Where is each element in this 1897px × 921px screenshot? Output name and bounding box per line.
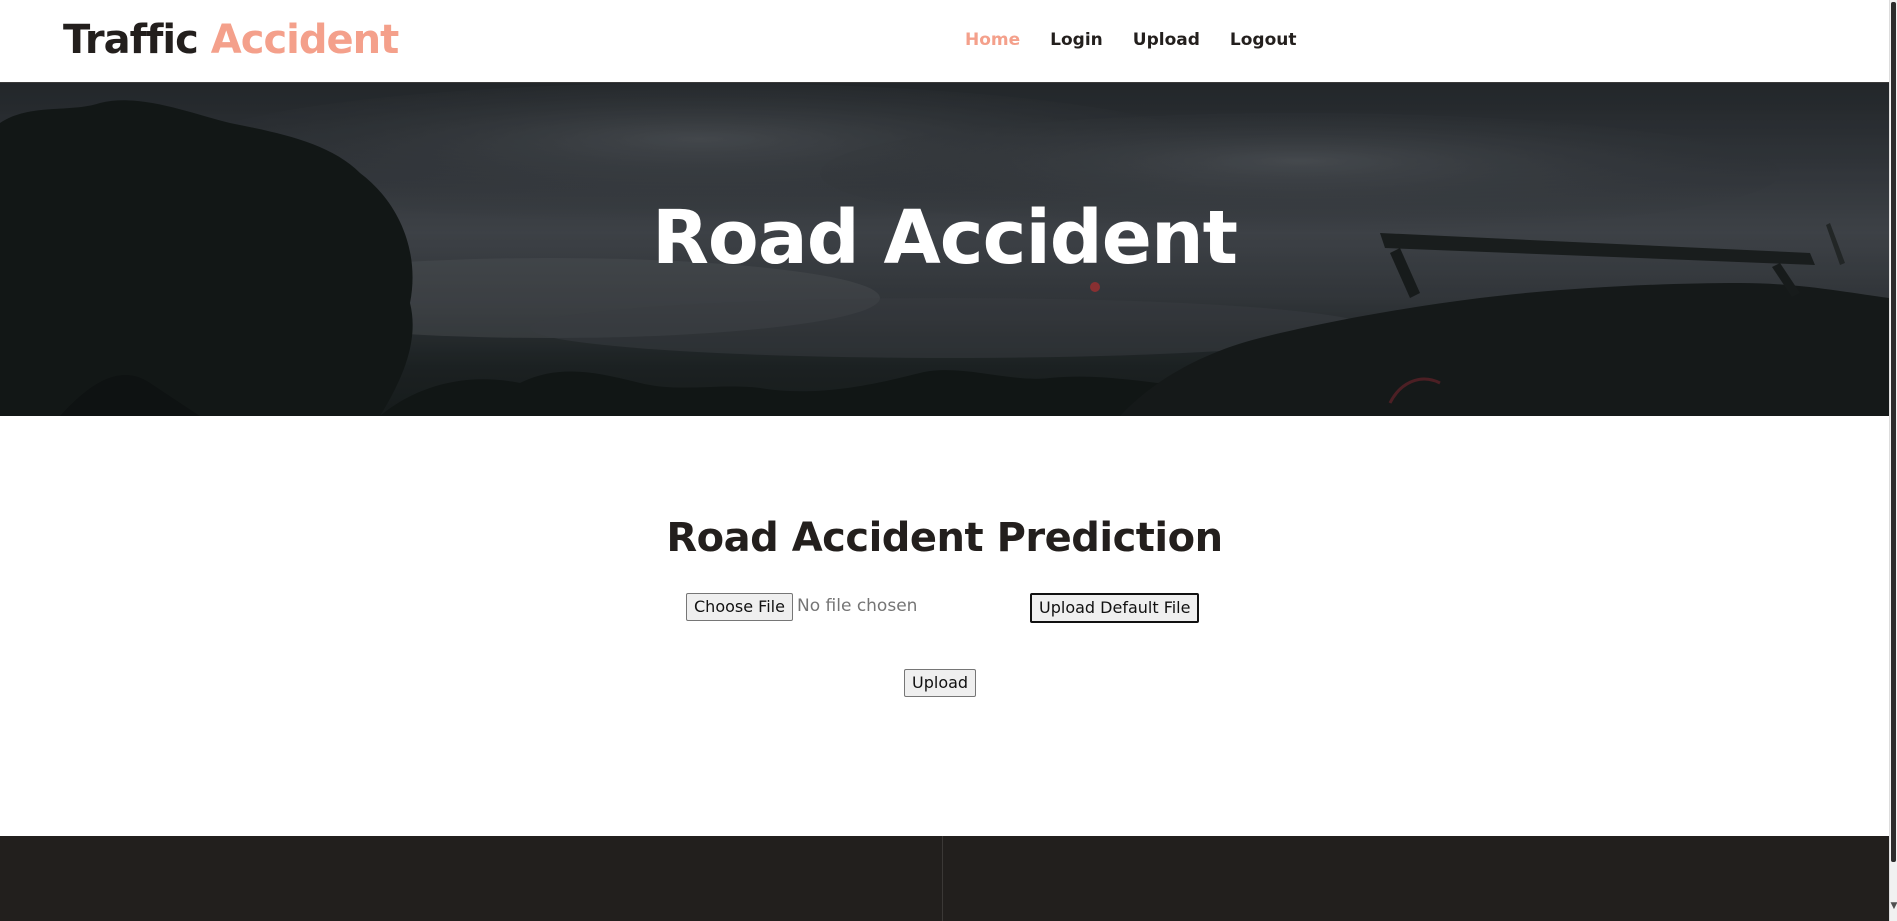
brand-text-primary: Traffic [63,17,199,63]
brand-text-accent: Accident [210,17,399,63]
site-footer [0,836,1889,921]
scroll-down-arrow-icon[interactable]: ▼ [1890,898,1897,914]
site-header: Traffic Accident Home Login Upload Logou… [0,0,1889,83]
hero-title: Road Accident [651,195,1238,281]
page-scrollbar[interactable]: ▼ [1889,0,1897,921]
hero-banner: Road Accident [0,83,1889,416]
main-nav: Home Login Upload Logout [965,28,1327,52]
nav-login-link[interactable]: Login [1050,28,1103,52]
nav-home-link[interactable]: Home [965,28,1020,52]
brand-logo[interactable]: Traffic Accident [63,14,399,66]
footer-divider [942,836,943,921]
file-status-text: No file chosen [797,596,918,616]
page: Traffic Accident Home Login Upload Logou… [0,0,1889,921]
upload-button[interactable]: Upload [904,669,977,697]
choose-file-button[interactable]: Choose File [686,593,793,621]
upload-default-file-button[interactable]: Upload Default File [1030,593,1200,623]
page-title: Road Accident Prediction [666,515,1223,561]
nav-logout-link[interactable]: Logout [1230,28,1297,52]
scrollbar-thumb[interactable] [1891,2,1896,862]
main-content: Road Accident Prediction Choose File No … [0,416,1889,836]
file-input: Choose File No file chosen Upload Defaul… [686,592,1200,623]
nav-upload-link[interactable]: Upload [1133,28,1200,52]
